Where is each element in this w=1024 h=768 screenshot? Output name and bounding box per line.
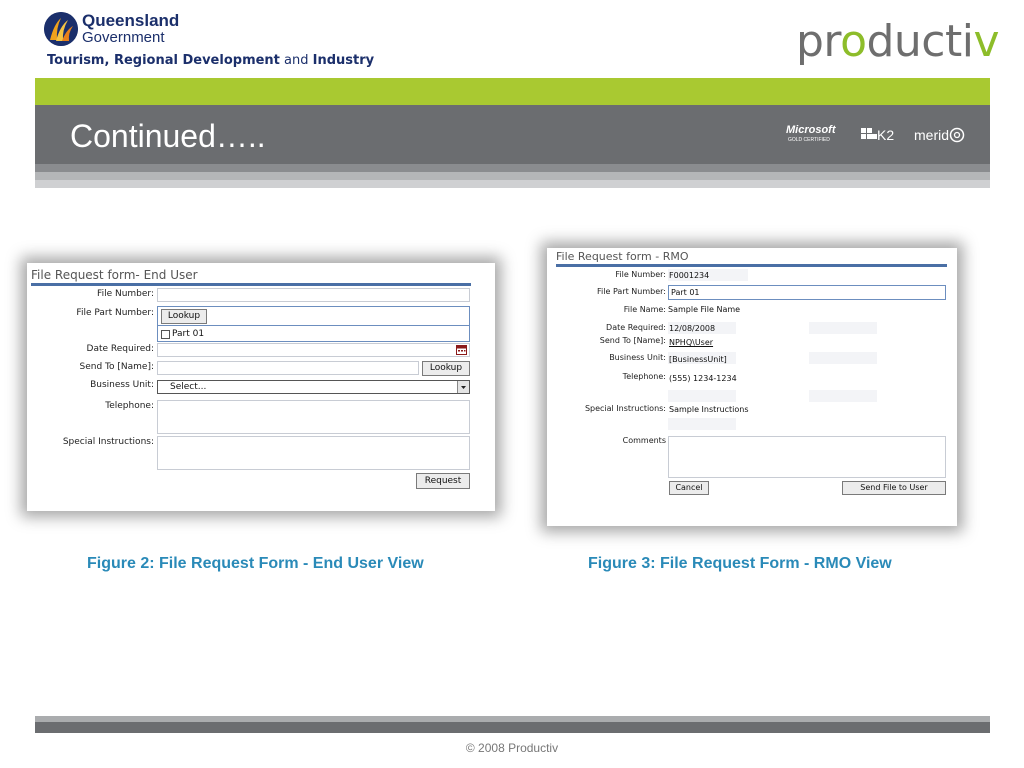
request-button[interactable]: Request bbox=[416, 473, 470, 489]
file-number-value: F0001234 bbox=[669, 271, 710, 280]
business-unit-value: [BusinessUnit] bbox=[669, 355, 727, 364]
field-shade bbox=[809, 390, 877, 402]
form-title: File Request form - RMO bbox=[556, 250, 689, 263]
special-instructions-value: Sample Instructions bbox=[669, 405, 749, 414]
date-required-value: 12/08/2008 bbox=[669, 324, 716, 333]
date-required-label: Date Required: bbox=[606, 323, 666, 332]
title-underline bbox=[556, 264, 947, 267]
part-01-label: Part 01 bbox=[172, 329, 205, 339]
file-part-lookup-button[interactable]: Lookup bbox=[161, 309, 207, 324]
end-user-form-screenshot: File Request form- End User File Number:… bbox=[27, 263, 495, 511]
business-unit-value: Select... bbox=[170, 382, 207, 392]
dropdown-arrow-icon[interactable] bbox=[457, 381, 469, 393]
banner-stripe bbox=[35, 180, 990, 188]
file-name-label: File Name: bbox=[623, 305, 666, 314]
department-name: Tourism, Regional Development and Indust… bbox=[47, 53, 375, 68]
file-part-number-label: File Part Number: bbox=[597, 287, 666, 296]
field-shade bbox=[809, 322, 877, 334]
org-name-line1: Queensland bbox=[82, 11, 180, 30]
telephone-label: Telephone: bbox=[105, 401, 154, 411]
org-name-line2: Government bbox=[82, 29, 165, 46]
divider bbox=[157, 325, 470, 326]
meridio-o-icon bbox=[949, 127, 965, 143]
rmo-form-screenshot: File Request form - RMO File Number: F00… bbox=[547, 248, 957, 526]
send-to-lookup-button[interactable]: Lookup bbox=[422, 361, 470, 376]
k2-logo: K2 bbox=[861, 127, 894, 143]
file-part-number-value: Part 01 bbox=[671, 288, 700, 297]
banner-stripe bbox=[35, 172, 990, 180]
copyright-notice: © 2008 Productiv bbox=[465, 741, 559, 755]
calendar-icon[interactable] bbox=[456, 345, 467, 355]
title-underline bbox=[31, 283, 471, 286]
productiv-logo: productiv bbox=[796, 16, 1000, 67]
special-instructions-label: Special Instructions: bbox=[584, 404, 666, 413]
file-number-label: File Number: bbox=[97, 289, 154, 299]
figure-2-caption: Figure 2: File Request Form - End User V… bbox=[87, 555, 424, 572]
field-shade bbox=[668, 390, 736, 402]
special-instructions-input[interactable] bbox=[157, 436, 470, 470]
slide-title: Continued….. bbox=[70, 118, 266, 154]
comments-label: Comments bbox=[622, 436, 666, 445]
business-unit-select[interactable]: Select... bbox=[157, 380, 470, 394]
field-shade bbox=[668, 418, 736, 430]
figure-3-caption: Figure 3: File Request Form - RMO View bbox=[588, 555, 892, 572]
cancel-button[interactable]: Cancel bbox=[669, 481, 709, 495]
field-shade bbox=[809, 352, 877, 364]
file-part-number-field[interactable]: Part 01 bbox=[668, 285, 946, 300]
send-to-label: Send To [Name]: bbox=[79, 362, 154, 372]
telephone-value: (555) 1234-1234 bbox=[669, 374, 737, 383]
special-instructions-label: Special Instructions: bbox=[62, 437, 154, 447]
send-to-label: Send To [Name]: bbox=[599, 336, 666, 345]
date-required-label: Date Required: bbox=[86, 344, 154, 354]
file-number-label: File Number: bbox=[615, 270, 666, 279]
part-01-checkbox[interactable] bbox=[161, 330, 170, 339]
business-unit-label: Business Unit: bbox=[609, 353, 666, 362]
send-file-to-user-button[interactable]: Send File to User bbox=[842, 481, 946, 495]
meridio-logo: merid bbox=[914, 127, 965, 143]
telephone-label: Telephone: bbox=[622, 372, 666, 381]
banner-stripe bbox=[35, 164, 990, 172]
file-number-input[interactable] bbox=[157, 288, 470, 302]
send-to-value[interactable]: NPHQ\User bbox=[669, 338, 713, 347]
file-name-value: Sample File Name bbox=[668, 305, 741, 314]
queensland-government-logo bbox=[44, 12, 78, 46]
comments-input[interactable] bbox=[668, 436, 946, 478]
file-part-number-label: File Part Number: bbox=[76, 308, 154, 318]
microsoft-partner-sublabel: GOLD CERTIFIED bbox=[788, 137, 830, 143]
microsoft-partner-logo: Microsoft bbox=[786, 124, 836, 136]
business-unit-label: Business Unit: bbox=[90, 380, 154, 390]
send-to-input[interactable] bbox=[157, 361, 419, 375]
crest-icon bbox=[44, 12, 78, 46]
footer-bar bbox=[35, 716, 990, 733]
telephone-input[interactable] bbox=[157, 400, 470, 434]
form-title: File Request form- End User bbox=[31, 268, 198, 282]
date-required-input[interactable] bbox=[157, 343, 470, 357]
header-accent-bar bbox=[35, 78, 990, 105]
k2-squares-icon bbox=[861, 128, 877, 139]
